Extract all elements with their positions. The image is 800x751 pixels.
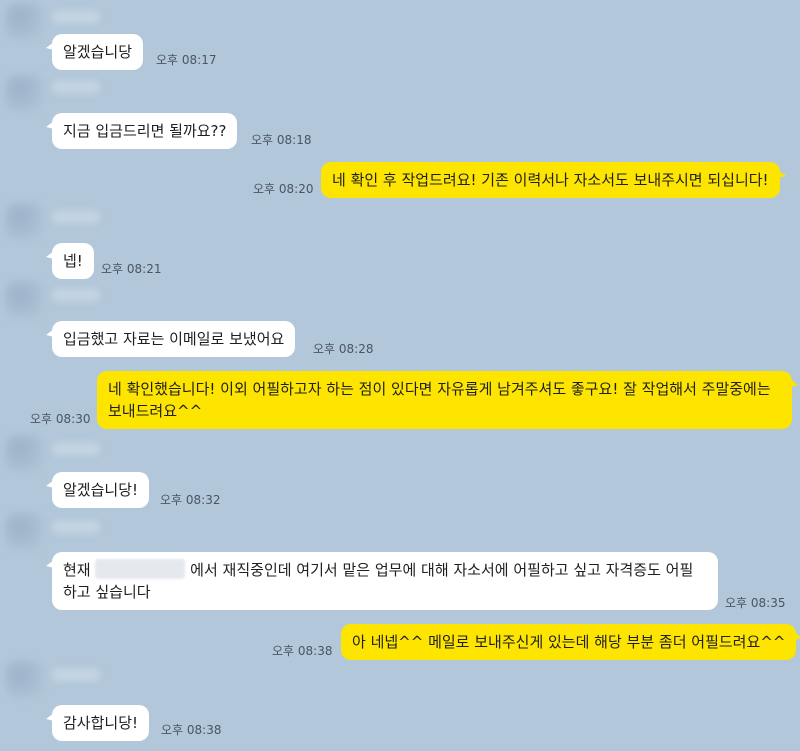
message-time: 오후 08:32 [160,493,221,507]
message-time: 오후 08:30 [30,412,91,426]
message-bubble-received[interactable]: 감사합니당! [45,705,150,741]
sender-avatar[interactable] [5,512,43,550]
message-bubble-received[interactable]: 알겠습니당! [45,472,150,508]
message-bubble-sent[interactable]: 아 네넵^^ 메일로 보내주신게 있는데 해당 부분 좀더 어필드려요^^ [341,624,800,660]
message-bubble-received[interactable]: 입금했고 자료는 이메일로 보냈어요 [45,321,296,357]
message-text: 알겠습니당 [63,43,133,61]
message-time: 오후 08:28 [313,342,374,356]
message-text: 지금 입금드리면 될까요?? [63,122,227,140]
sender-avatar[interactable] [5,202,43,240]
sender-avatar[interactable] [5,74,43,112]
sender-avatar[interactable] [5,434,43,472]
sender-name [52,10,100,24]
message-text: 감사합니당! [63,714,139,732]
redacted-text [95,559,186,579]
message-text: 입금했고 자료는 이메일로 보냈어요 [63,330,285,348]
sender-avatar[interactable] [5,660,43,698]
message-bubble-received[interactable]: 현재 에서 재직중인데 여기서 맡은 업무에 대해 자소서에 어필하고 싶고 자… [46,552,718,610]
message-bubble-sent[interactable]: 네 확인했습니다! 이외 어필하고자 하는 점이 있다면 자유롭게 남겨주셔도 … [97,371,798,429]
message-text: 알겠습니당! [63,481,139,499]
message-bubble-received[interactable]: 알겠습니당 [45,34,144,70]
message-text: 아 네넵^^ 메일로 보내주신게 있는데 해당 부분 좀더 어필드려요^^ [352,633,786,651]
sender-avatar[interactable] [5,280,43,318]
sender-avatar[interactable] [5,2,43,40]
message-text: 넵! [63,252,83,270]
message-bubble-received[interactable]: 지금 입금드리면 될까요?? [45,113,238,149]
message-time: 오후 08:21 [101,262,162,276]
message-time: 오후 08:20 [253,182,314,196]
sender-name [52,668,100,682]
message-text: 네 확인 후 작업드려요! 기존 이력서나 자소서도 보내주시면 되십니다! [332,171,769,189]
message-time: 오후 08:17 [156,53,217,67]
message-bubble-sent[interactable]: 네 확인 후 작업드려요! 기존 이력서나 자소서도 보내주시면 되십니다! [321,162,786,198]
sender-name [52,520,100,534]
message-text: 네 확인했습니다! 이외 어필하고자 하는 점이 있다면 자유롭게 남겨주셔도 … [108,380,771,420]
message-time: 오후 08:35 [725,596,786,610]
message-time: 오후 08:18 [251,133,312,147]
sender-name [52,442,100,456]
sender-name [52,210,100,224]
message-text: 현재 [63,561,91,579]
message-time: 오후 08:38 [272,644,333,658]
sender-name [52,288,100,302]
sender-name [52,80,100,94]
message-bubble-received[interactable]: 넵! [46,243,94,279]
message-time: 오후 08:38 [161,723,222,737]
